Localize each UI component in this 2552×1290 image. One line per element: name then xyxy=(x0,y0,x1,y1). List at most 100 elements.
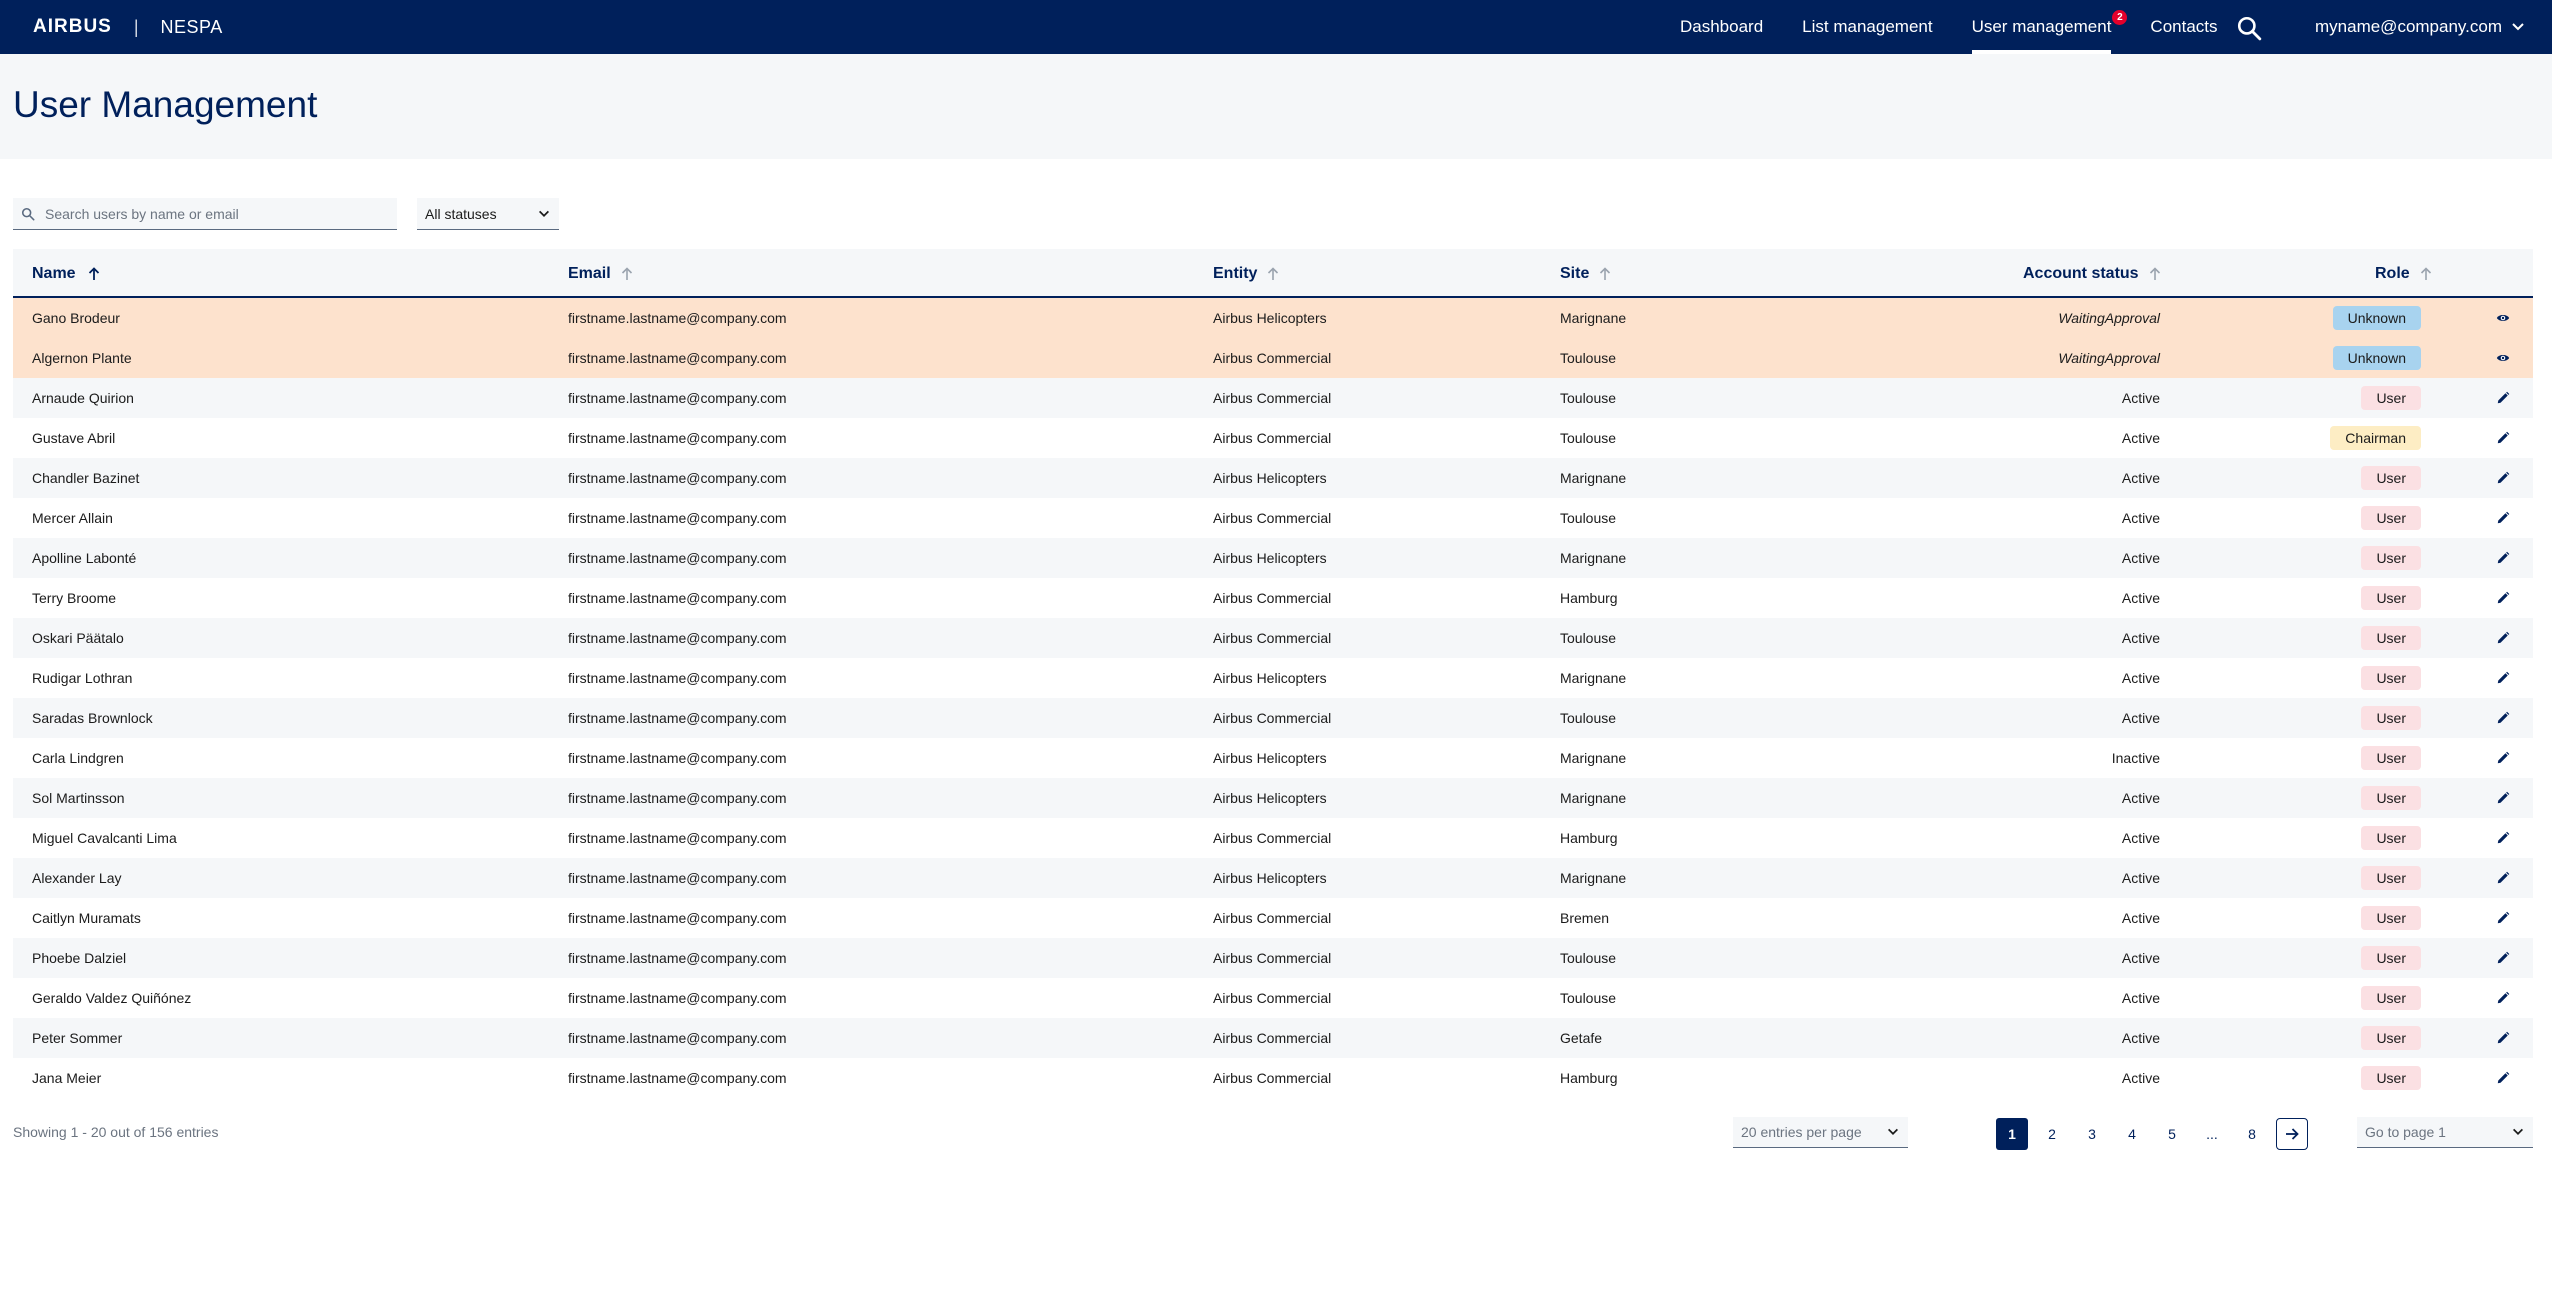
page-1-button[interactable]: 1 xyxy=(1996,1118,2028,1150)
pencil-icon[interactable] xyxy=(2493,618,2513,658)
pencil-icon[interactable] xyxy=(2493,378,2513,418)
cell-entity: Airbus Commercial xyxy=(1213,630,1332,646)
table-row[interactable]: Algernon Plante firstname.lastname@compan… xyxy=(13,338,2533,378)
table-row[interactable]: Miguel Cavalcanti Lima firstname.lastname… xyxy=(13,818,2533,858)
cell-email: firstname.lastname@company.com xyxy=(568,750,787,766)
cell-email: firstname.lastname@company.com xyxy=(568,510,787,526)
pencil-icon[interactable] xyxy=(2493,1058,2513,1098)
page-4-button[interactable]: 4 xyxy=(2116,1118,2148,1150)
pencil-icon[interactable] xyxy=(2493,418,2513,458)
cell-name: Terry Broome xyxy=(32,590,117,606)
pencil-icon[interactable] xyxy=(2493,738,2513,778)
cell-entity: Airbus Helicopters xyxy=(1213,790,1327,806)
pencil-icon[interactable] xyxy=(2493,658,2513,698)
status-filter-select[interactable]: All statuses xyxy=(417,198,559,230)
next-page-button[interactable] xyxy=(2276,1118,2308,1150)
table-row[interactable]: Sol Martinsson firstname.lastname@company… xyxy=(13,778,2533,818)
column-header-site[interactable]: Site xyxy=(1560,249,1612,298)
cell-email: firstname.lastname@company.com xyxy=(568,910,787,926)
pencil-icon[interactable] xyxy=(2493,1018,2513,1058)
nav-item-dashboard[interactable]: Dashboard xyxy=(1680,0,1763,54)
table-row[interactable]: Mercer Allain firstname.lastname@company.… xyxy=(13,498,2533,538)
entries-per-page-select[interactable]: 20 entries per page xyxy=(1733,1117,1908,1148)
cell-role: User xyxy=(2329,698,2421,738)
cell-entity: Airbus Helicopters xyxy=(1213,550,1327,566)
page-header: User Management xyxy=(0,54,2552,159)
entries-summary: Showing 1 - 20 out of 156 entries xyxy=(13,1124,219,1140)
cell-email: firstname.lastname@company.com xyxy=(568,550,787,566)
cell-email: firstname.lastname@company.com xyxy=(568,390,787,406)
sort-arrow-up-icon xyxy=(1600,266,1611,280)
pencil-icon[interactable] xyxy=(2493,858,2513,898)
nav-item-label: Dashboard xyxy=(1680,17,1764,36)
page-3-button[interactable]: 3 xyxy=(2076,1118,2108,1150)
table-row[interactable]: Phoebe Dalziel firstname.lastname@company… xyxy=(13,938,2533,978)
cell-site: Marignane xyxy=(1560,750,1627,766)
column-header-entity[interactable]: Entity xyxy=(1213,249,1280,298)
column-header-account-status[interactable]: Account status xyxy=(2023,249,2162,298)
pagination: 1 2 3 4 5... 8 xyxy=(1996,1118,2316,1150)
pencil-icon[interactable] xyxy=(2493,818,2513,858)
cell-role: User xyxy=(2329,658,2421,698)
column-header-email[interactable]: Email xyxy=(568,249,634,298)
cell-role: User xyxy=(2329,618,2421,658)
table-row[interactable]: Peter Sommer firstname.lastname@company.c… xyxy=(13,1018,2533,1058)
user-search[interactable] xyxy=(13,198,397,230)
pencil-icon[interactable] xyxy=(2493,538,2513,578)
sort-arrow-up-icon xyxy=(88,266,99,280)
table-row[interactable]: Geraldo Valdez Quiñónez firstname.lastnam… xyxy=(13,978,2533,1018)
table-row[interactable]: Oskari Päätalo firstname.lastname@company… xyxy=(13,618,2533,658)
page-8-button[interactable]: 8 xyxy=(2236,1118,2268,1150)
cell-site: Toulouse xyxy=(1560,630,1617,646)
nav-item-contacts[interactable]: Contacts xyxy=(2150,0,2217,54)
cell-account-status: Active xyxy=(2121,670,2160,686)
pencil-icon[interactable] xyxy=(2493,898,2513,938)
nav-item-label: Contacts xyxy=(2150,17,2218,36)
cell-email: firstname.lastname@company.com xyxy=(568,310,787,326)
pencil-icon[interactable] xyxy=(2493,578,2513,618)
table-row[interactable]: Caitlyn Muramats firstname.lastname@compa… xyxy=(13,898,2533,938)
cell-account-status: Active xyxy=(2121,510,2160,526)
pencil-icon[interactable] xyxy=(2493,458,2513,498)
user-menu[interactable]: myname@company.com xyxy=(2315,0,2526,54)
table-row[interactable]: Apolline Labonté firstname.lastname@compa… xyxy=(13,538,2533,578)
table-row[interactable]: Rudigar Lothran firstname.lastname@compan… xyxy=(13,658,2533,698)
page-5-button[interactable]: 5 xyxy=(2156,1118,2188,1150)
cell-entity: Airbus Helicopters xyxy=(1213,310,1327,326)
eye-icon[interactable] xyxy=(2493,298,2513,338)
table-row[interactable]: Gustave Abril firstname.lastname@company.… xyxy=(13,418,2533,458)
role-badge: User xyxy=(2361,866,2421,890)
pencil-icon[interactable] xyxy=(2493,778,2513,818)
brand[interactable]: AIRBUS | NESPA xyxy=(33,0,223,54)
pencil-icon[interactable] xyxy=(2493,498,2513,538)
table-row[interactable]: Arnaude Quirion firstname.lastname@compan… xyxy=(13,378,2533,418)
cell-site: Marignane xyxy=(1560,310,1627,326)
table-row[interactable]: Saradas Brownlock firstname.lastname@comp… xyxy=(13,698,2533,738)
page-2-button[interactable]: 2 xyxy=(2036,1118,2068,1150)
cell-account-status: Active xyxy=(2121,550,2160,566)
search-input[interactable] xyxy=(45,205,385,222)
go-to-page-select[interactable]: Go to page 1 xyxy=(2357,1117,2533,1148)
pagination-ellipsis: ... xyxy=(2206,1126,2218,1142)
table-row[interactable]: Carla Lindgren firstname.lastname@company… xyxy=(13,738,2533,778)
cell-account-status: WaitingApproval xyxy=(2058,350,2160,366)
search-icon[interactable] xyxy=(2236,15,2262,41)
table-row[interactable]: Jana Meier firstname.lastname@company.com… xyxy=(13,1058,2533,1098)
pencil-icon[interactable] xyxy=(2493,698,2513,738)
column-header-name[interactable]: Name xyxy=(32,249,101,298)
pencil-icon[interactable] xyxy=(2493,938,2513,978)
table-row[interactable]: Terry Broome firstname.lastname@company.c… xyxy=(13,578,2533,618)
pencil-icon[interactable] xyxy=(2493,978,2513,1018)
sort-arrow-up-icon xyxy=(2149,266,2160,280)
app-name: NESPA xyxy=(160,16,223,37)
nav-item-list-management[interactable]: List management xyxy=(1802,0,1932,54)
table-row[interactable]: Gano Brodeur firstname.lastname@company.c… xyxy=(13,298,2533,338)
role-badge: User xyxy=(2361,626,2421,650)
table-row[interactable]: Chandler Bazinet firstname.lastname@compa… xyxy=(13,458,2533,498)
role-badge: User xyxy=(2361,506,2421,530)
eye-icon[interactable] xyxy=(2493,338,2513,378)
table-row[interactable]: Alexander Lay firstname.lastname@company.… xyxy=(13,858,2533,898)
column-header-role[interactable]: Role xyxy=(2375,249,2433,298)
nav-item-user-management[interactable]: User management 2 xyxy=(1971,0,2128,54)
cell-entity: Airbus Helicopters xyxy=(1213,750,1327,766)
